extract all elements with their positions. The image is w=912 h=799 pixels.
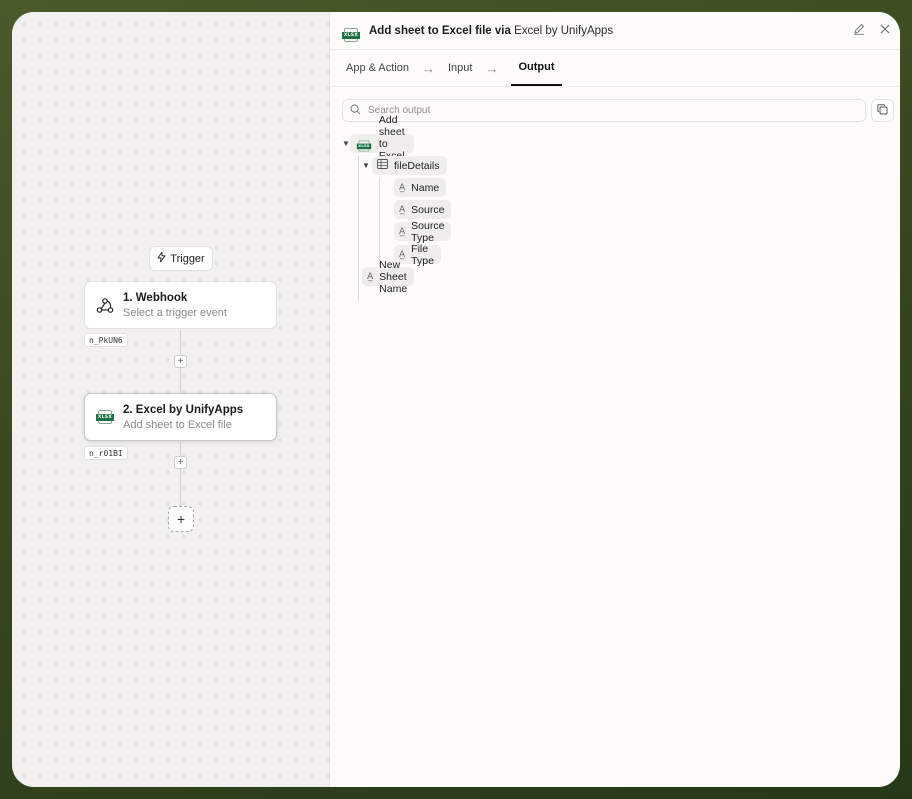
tree-item-field[interactable]: A̲ Name [394,178,447,197]
tree-item-root[interactable]: ▼ XLSX Add sheet to Excel file [342,114,414,174]
bolt-icon [157,251,166,265]
text-type-icon: A̲ [399,182,406,193]
node-id-badge: n_PkUN6 [84,333,128,347]
add-step-button[interactable]: + [174,456,187,469]
xlsx-icon: XLSX [342,19,360,42]
node-title: 1. Webhook [123,291,188,304]
tree-item-field[interactable]: A̲ New Sheet Name [362,259,415,295]
tab-app-action[interactable]: App & Action [346,50,409,86]
add-step-button[interactable]: + [174,355,187,368]
panel-header: XLSX Add sheet to Excel file via Excel b… [330,12,900,50]
arrow-right-icon: → [422,60,435,76]
tree-item-object[interactable]: ▼ fileDetails [362,156,447,175]
panel-title: Add sheet to Excel file via Excel by Uni… [369,24,614,37]
trigger-label: Trigger [170,252,205,265]
node-subtitle: Select a trigger event [123,306,227,319]
edit-icon[interactable] [852,22,866,36]
arrow-right-icon: → [485,60,499,76]
connector-line [180,442,181,506]
panel-tabs: App & Action → Input → Output [330,50,900,87]
workflow-canvas[interactable]: Trigger 1. Webhook Select a trigger even… [12,12,329,787]
copy-icon [877,102,888,120]
tree-item-label: fileDetails [394,159,440,172]
node-title: 2. Excel by UnifyApps [123,403,244,416]
node-excel[interactable]: XLSX 2. Excel by UnifyApps Add sheet to … [84,393,277,441]
text-type-icon: A̲ [399,226,406,237]
text-type-icon: A̲ [399,204,406,215]
caret-down-icon[interactable]: ▼ [362,161,372,170]
webhook-icon [95,295,115,315]
trigger-chip[interactable]: Trigger [149,246,213,271]
search-input[interactable] [368,105,848,116]
xlsx-icon: XLSX [355,134,373,153]
add-node-button[interactable]: + [168,506,194,532]
tab-input[interactable]: Input [448,50,472,86]
search-box [342,99,866,122]
caret-down-icon[interactable]: ▼ [342,139,350,148]
close-icon[interactable] [878,22,892,36]
step-detail-panel: XLSX Add sheet to Excel file via Excel b… [329,12,900,787]
node-subtitle: Add sheet to Excel file [123,418,232,431]
copy-button[interactable] [871,99,894,122]
tree-item-field[interactable]: A̲ Source Type [394,220,452,244]
table-icon [377,159,388,172]
node-webhook[interactable]: 1. Webhook Select a trigger event [84,281,277,329]
search-icon [350,102,361,120]
text-type-icon: A̲ [367,271,374,282]
xlsx-icon: XLSX [95,407,115,427]
tree-item-field[interactable]: A̲ Source [394,200,452,219]
tab-output[interactable]: Output [511,50,562,86]
app-frame: Trigger 1. Webhook Select a trigger even… [12,12,900,787]
node-id-badge: n_r01BI [84,446,128,460]
